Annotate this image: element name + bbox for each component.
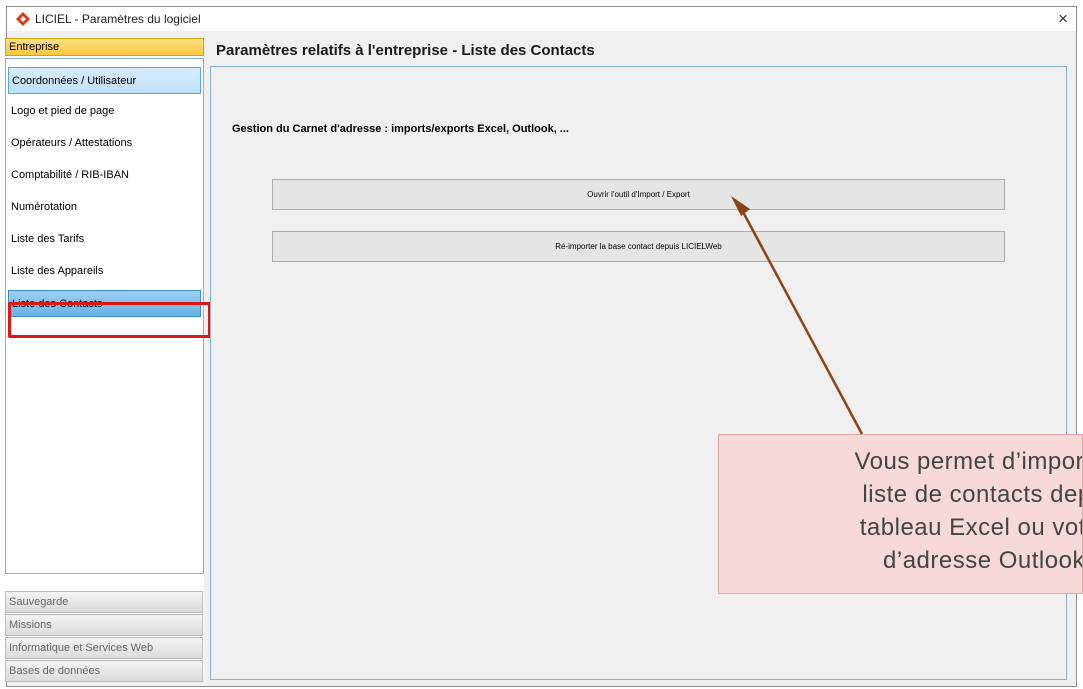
section-sauvegarde[interactable]: Sauvegarde [5,591,203,613]
sidebar-item-logo[interactable]: Logo et pied de page [8,98,201,125]
sidebar-item-numerotation[interactable]: Numérotation [8,194,201,221]
window-title: LICIEL - Paramètres du logiciel [35,12,201,26]
liciel-logo-icon [16,12,30,26]
sidebar: Entreprise Coordonnées / Utilisateur Log… [4,38,204,679]
title-bar: LICIEL - Paramètres du logiciel × [7,7,1076,31]
section-informatique[interactable]: Informatique et Services Web [5,637,203,659]
close-icon[interactable]: × [1058,9,1068,29]
section-header-entreprise[interactable]: Entreprise [5,38,204,56]
sidebar-item-operateurs[interactable]: Opérateurs / Attestations [8,130,201,157]
section-bases-de-donnees[interactable]: Bases de données [5,660,203,682]
sidebar-item-coordonnees[interactable]: Coordonnées / Utilisateur [8,67,201,94]
reimport-licielweb-button[interactable]: Ré-importer la base contact depuis LICIE… [272,231,1005,262]
sidebar-item-appareils[interactable]: Liste des Appareils [8,258,201,285]
section-label: Gestion du Carnet d'adresse : imports/ex… [232,123,569,135]
callout-box: Vous permet d’importer liste de contacts… [718,434,1083,594]
section-missions[interactable]: Missions [5,614,203,636]
sidebar-item-comptabilite[interactable]: Comptabilité / RIB-IBAN [8,162,201,189]
highlight-box [8,302,211,338]
sidebar-item-tarifs[interactable]: Liste des Tarifs [8,226,201,253]
page-title: Paramètres relatifs à l'entreprise - Lis… [216,42,595,59]
open-import-export-button[interactable]: Ouvrir l'outil d'Import / Export [272,179,1005,210]
callout-text: Vous permet d’importer liste de contacts… [854,448,1083,574]
